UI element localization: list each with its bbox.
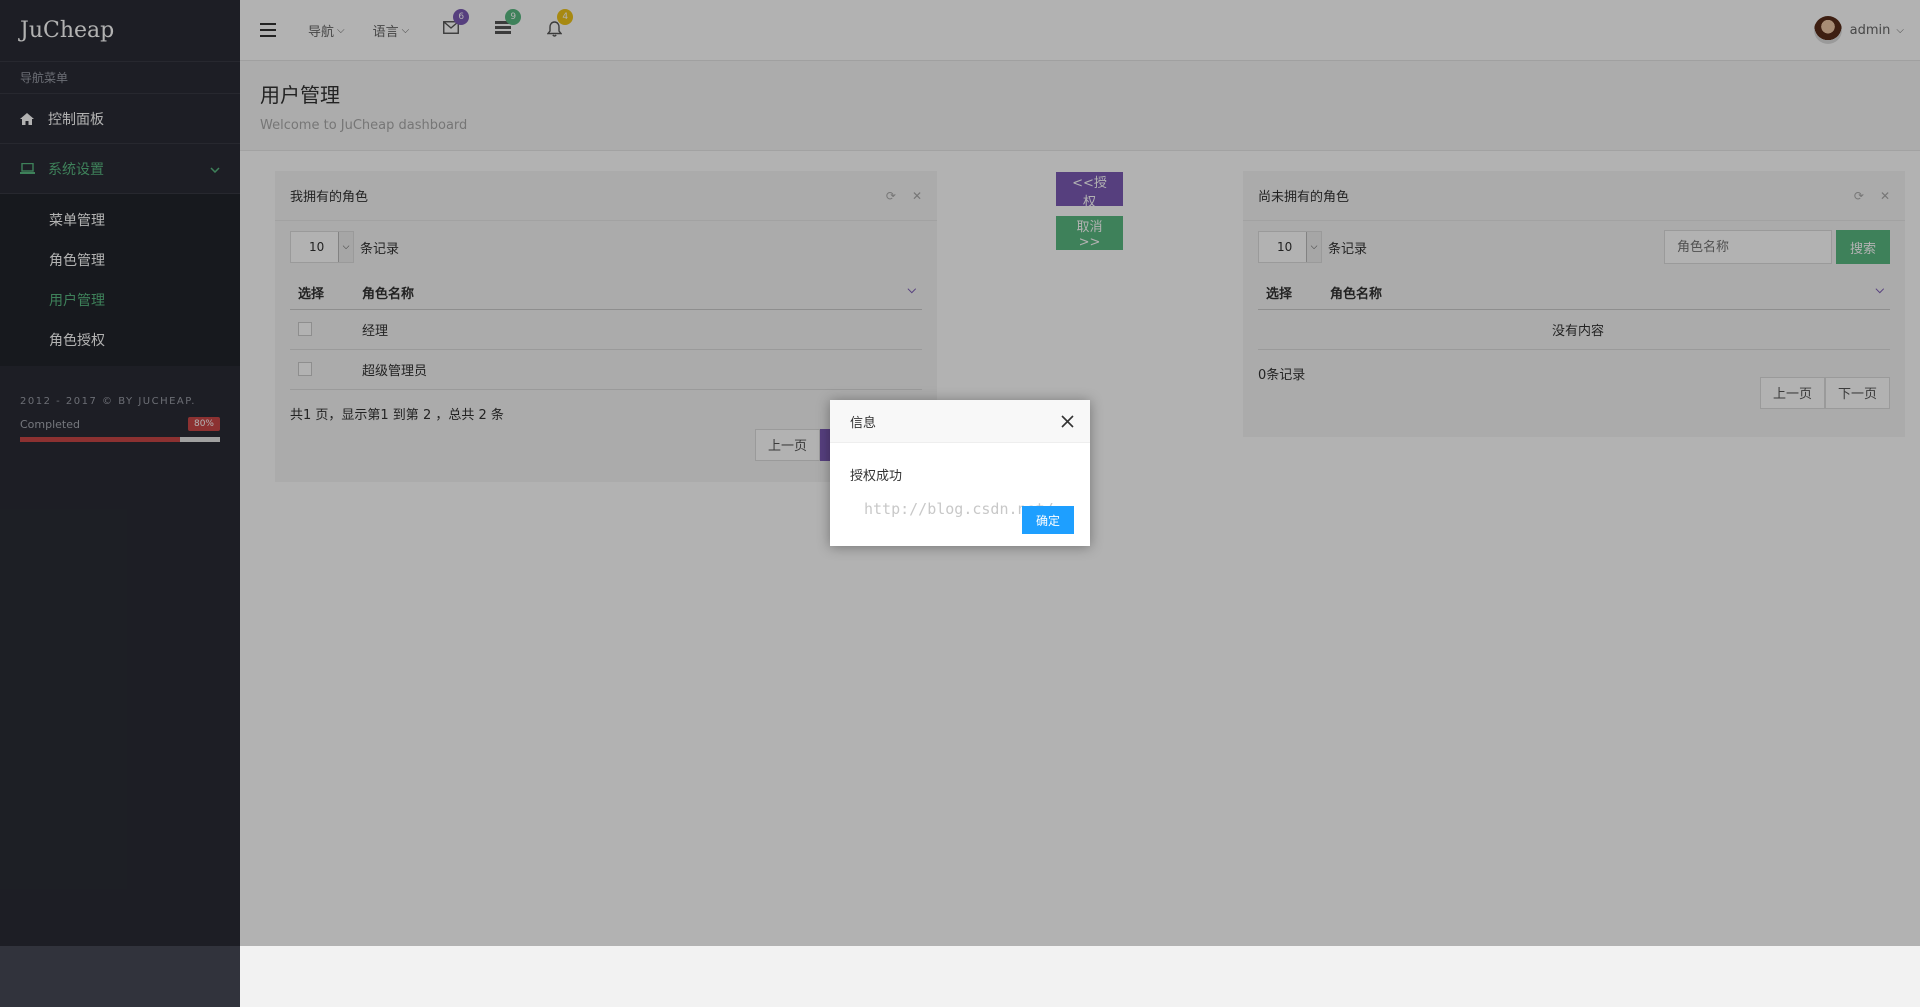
info-dialog: 信息 授权成功 http://blog.csdn.net/ 确定 [830,400,1090,546]
sidebar-bottom [0,946,240,1007]
dialog-title: 信息 [850,415,877,431]
confirm-button[interactable]: 确定 [1021,506,1074,534]
dialog-message: 授权成功 [850,469,903,484]
close-icon[interactable] [1061,411,1074,431]
